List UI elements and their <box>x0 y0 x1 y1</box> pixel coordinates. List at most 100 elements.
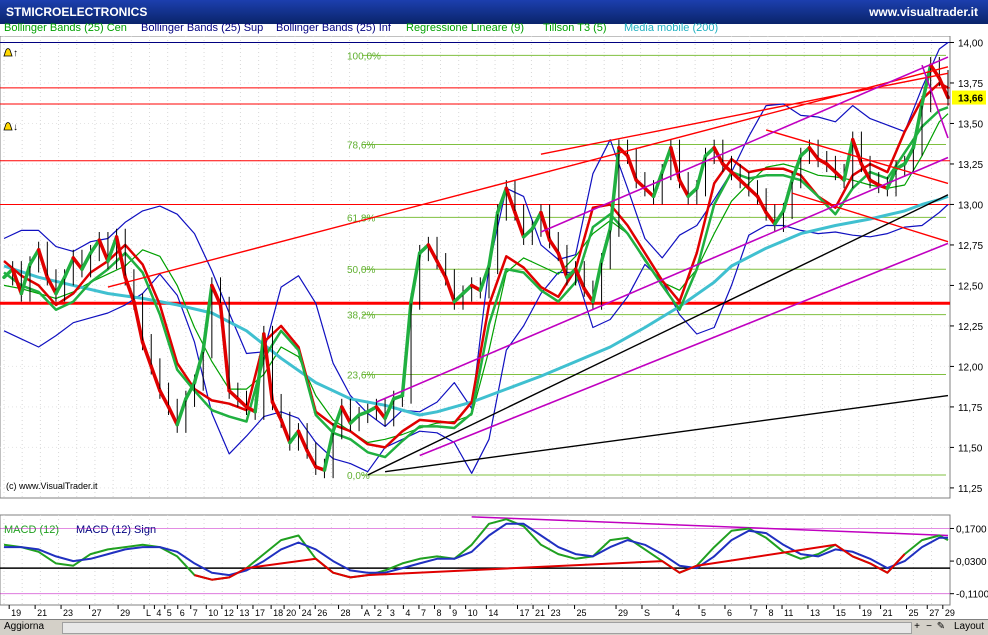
price-candle-segment <box>140 340 153 369</box>
price-candle-segment <box>288 429 301 445</box>
draw-tool-icon[interactable]: ✎ <box>936 622 946 632</box>
main-ytick-label: 13,25 <box>958 160 983 171</box>
main-ytick-label: 12,75 <box>958 241 983 252</box>
main-ytick-label: 12,50 <box>958 281 983 292</box>
x-tick-label: 29 <box>945 608 955 618</box>
price-candle-segment <box>781 178 794 213</box>
price-candle-segment <box>305 448 318 469</box>
price-candle-segment <box>114 235 127 280</box>
time-scrollbar[interactable] <box>62 622 912 634</box>
site-url[interactable]: www.visualtrader.it <box>869 5 978 19</box>
price-candle-segment <box>80 251 93 271</box>
legend-regression[interactable]: Regressione Lineare (9) <box>406 22 524 34</box>
price-candle-segment <box>71 256 84 271</box>
x-tick-label: 8 <box>437 608 442 618</box>
macd-ytick-label: -0,1100 <box>956 590 988 601</box>
x-tick-label: 4 <box>156 608 161 618</box>
price-candle-segment <box>591 259 604 304</box>
fib-label: 100,0% <box>347 51 381 62</box>
x-tick-label: 7 <box>193 608 198 618</box>
x-tick-label: 26 <box>317 608 327 618</box>
price-candle-segment <box>36 248 50 280</box>
main-ytick-label: 13,50 <box>958 119 983 130</box>
main-ytick-label: 14,00 <box>958 38 983 49</box>
series-regressione-lineare-9- <box>3 106 949 459</box>
layout-button[interactable]: Layout <box>954 621 984 632</box>
legend-bb-cen[interactable]: Bollinger Bands (25) Cen <box>4 22 127 34</box>
x-tick-label: 24 <box>302 608 312 618</box>
x-tick-label: 8 <box>768 608 773 618</box>
x-tick-label: 5 <box>701 608 706 618</box>
price-candle-segment <box>530 210 543 231</box>
x-tick-label: 6 <box>727 608 732 618</box>
price-candle-segment <box>166 405 179 427</box>
fib-label: 78,6% <box>347 141 375 152</box>
x-tick-label: L <box>146 608 151 618</box>
series-bollinger-bands-25-sup <box>3 42 949 427</box>
zoom-out-icon[interactable]: − <box>924 622 934 632</box>
fib-label: 0,0% <box>347 471 370 482</box>
x-tick-label: 11 <box>784 608 793 618</box>
price-candle-segment <box>556 251 569 280</box>
x-tick-label: 19 <box>11 608 21 618</box>
price-candle-segment <box>175 397 188 427</box>
x-tick-label: 13 <box>810 608 820 618</box>
arrow-up-icon: ↑ <box>13 48 18 59</box>
price-candle-segment <box>279 418 292 445</box>
price-candle-segment <box>348 413 361 425</box>
price-candle-segment <box>426 243 439 263</box>
price-candle-segment <box>651 170 664 199</box>
main-ytick-label: 12,25 <box>958 322 983 333</box>
arrow-down-icon: ↓ <box>13 122 18 133</box>
x-tick-label: 25 <box>577 608 587 618</box>
x-tick-label: 12 <box>224 608 234 618</box>
alarm-bell-icon[interactable]: ↑ <box>3 48 18 59</box>
x-tick-label: 29 <box>120 608 130 618</box>
price-candle-segment <box>62 256 76 280</box>
x-tick-label: 29 <box>618 608 628 618</box>
zoom-in-icon[interactable]: + <box>912 622 922 632</box>
x-tick-label: S <box>644 608 650 618</box>
bell-body <box>3 122 13 131</box>
legend-bb-inf[interactable]: Bollinger Bands (25) Inf <box>276 22 391 34</box>
legend-bb-sup[interactable]: Bollinger Bands (25) Sup <box>141 22 263 34</box>
x-tick-label: 25 <box>909 608 919 618</box>
price-candle-segment <box>513 210 526 239</box>
price-candle-segment <box>799 146 812 158</box>
chart-area[interactable]: 14,00 13,75 13,50 13,25 13,00 12,75 12,50 12,25… <box>0 36 988 619</box>
main-ytick-label: 13,75 <box>958 79 983 90</box>
x-tick-label: 21 <box>535 608 545 618</box>
fib-label: 23,6% <box>347 371 375 382</box>
price-candle-segment <box>374 405 387 421</box>
main-ytick-label: 12,00 <box>958 362 983 373</box>
x-tick-label: 17 <box>519 608 529 618</box>
price-candle-segment <box>28 248 41 267</box>
macd-ytick-label: 0,0300 <box>956 557 987 568</box>
main-ytick-label: 11,75 <box>958 403 983 414</box>
x-tick-label: 3 <box>390 608 395 618</box>
trendline <box>540 72 949 155</box>
refresh-button[interactable]: Aggiorna <box>4 621 44 632</box>
price-candle-segment <box>764 210 777 226</box>
price-candle-segment <box>340 405 353 425</box>
legend-tillson[interactable]: Tillson T3 (5) <box>543 22 607 34</box>
legend-ma200[interactable]: Media mobile (200) <box>624 22 718 34</box>
x-tick-label: 7 <box>421 608 426 618</box>
price-candle-segment <box>825 162 838 174</box>
price-candle-segment <box>192 348 205 385</box>
watermark-text: (c) www.VisualTrader.it <box>6 481 98 491</box>
x-tick-label: A <box>364 608 370 618</box>
price-candle-segment <box>660 146 673 174</box>
fib-label: 38,2% <box>347 311 375 322</box>
main-ytick-label: 11,25 <box>958 484 983 495</box>
x-tick-label: 21 <box>883 608 893 618</box>
trendline <box>367 194 949 476</box>
x-tick-label: 7 <box>753 608 758 618</box>
price-candle-segment <box>149 364 162 393</box>
alarm-bell-icon[interactable]: ↓ <box>3 122 18 133</box>
title-bar: STMICROELECTRONICS www.visualtrader.it <box>0 0 988 24</box>
x-tick-label: 27 <box>929 608 939 618</box>
price-candle-segment <box>132 299 145 344</box>
x-tick-label: 13 <box>239 608 249 618</box>
bell-body <box>3 48 13 57</box>
